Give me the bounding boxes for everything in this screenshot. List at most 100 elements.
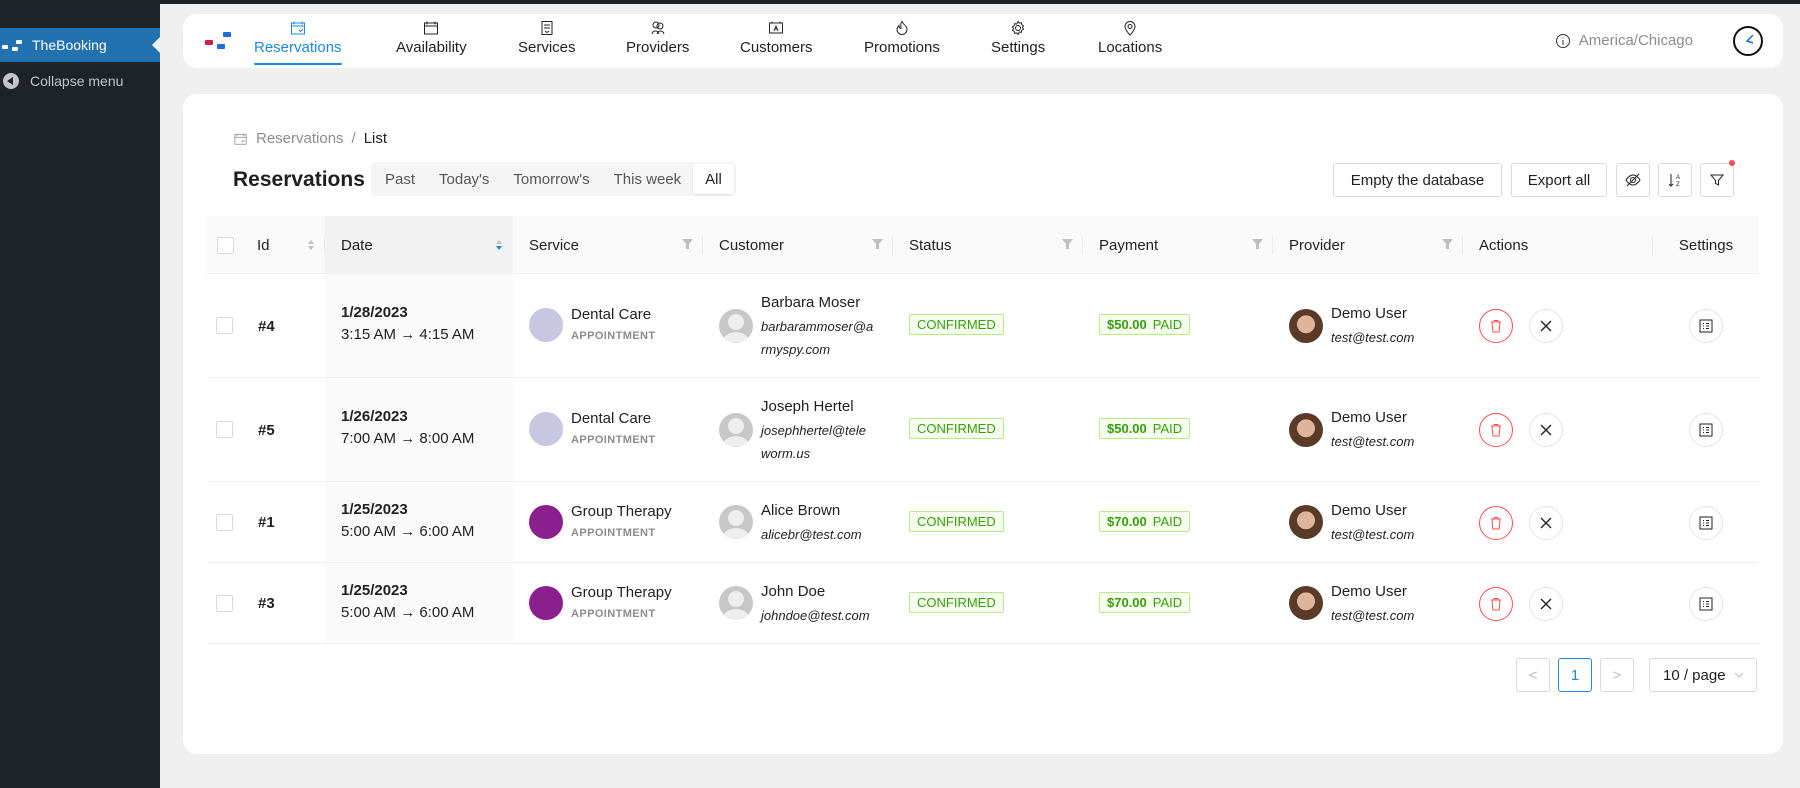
tab-label: Settings <box>991 39 1046 56</box>
tab-providers[interactable]: Providers <box>626 20 689 64</box>
provider-avatar <box>1289 308 1323 343</box>
tab-customers[interactable]: Customers <box>740 20 813 64</box>
service-cell: Dental Care APPOINTMENT <box>529 304 655 346</box>
delete-button[interactable] <box>1479 505 1513 540</box>
column-label: Status <box>909 236 952 254</box>
collapse-menu-button[interactable]: Collapse menu <box>0 66 123 96</box>
cancel-reservation-button[interactable] <box>1529 586 1563 621</box>
customer-cell: John Doe johndoe@test.com <box>719 580 870 627</box>
filter-icon[interactable] <box>1062 239 1073 250</box>
tab-locations[interactable]: Locations <box>1098 20 1162 64</box>
table-row: #4 1/28/2023 3:15 AM → 4:15 AM Dental Ca… <box>207 274 1759 378</box>
provider-cell: Demo User test@test.com <box>1289 406 1414 453</box>
filter-this-week[interactable]: This week <box>602 164 694 194</box>
reservation-id[interactable]: #4 <box>258 315 275 337</box>
row-checkbox[interactable] <box>216 421 233 438</box>
settings-cell <box>1689 309 1723 343</box>
service-color-dot <box>529 308 563 342</box>
page-size-select[interactable]: 10 / page <box>1649 658 1757 692</box>
status-cell: CONFIRMED <box>909 591 1004 613</box>
reservation-details-button[interactable] <box>1689 413 1723 447</box>
time-range: 5:00 AM → 6:00 AM <box>341 522 475 540</box>
filter-today[interactable]: Today's <box>427 164 501 194</box>
delete-button[interactable] <box>1479 413 1513 447</box>
breadcrumb: Reservations / List <box>233 130 387 147</box>
filter-icon[interactable] <box>872 239 883 250</box>
sidebar-item-thebooking[interactable]: TheBooking <box>0 28 160 62</box>
customer-cell: Alice Brown alicebr@test.com <box>719 499 862 546</box>
cancel-reservation-button[interactable] <box>1529 413 1563 447</box>
column-status[interactable]: Status <box>893 216 1083 274</box>
service-cell: Group Therapy APPOINTMENT <box>529 582 672 624</box>
filter-icon[interactable] <box>682 239 693 250</box>
trash-icon <box>1491 597 1501 610</box>
row-checkbox[interactable] <box>216 594 233 612</box>
status-cell: CONFIRMED <box>909 510 1004 532</box>
column-provider[interactable]: Provider <box>1273 216 1463 274</box>
tab-promotions[interactable]: Promotions <box>864 20 940 64</box>
service-name: Dental Care <box>571 306 652 323</box>
wp-admin-bar <box>160 0 1800 4</box>
filter-icon[interactable] <box>1442 239 1453 250</box>
reservation-details-button[interactable] <box>1689 309 1723 343</box>
tab-services[interactable]: Services <box>518 20 576 64</box>
column-payment[interactable]: Payment <box>1083 216 1273 274</box>
filter-icon[interactable] <box>1252 239 1263 250</box>
export-all-button[interactable]: Export all <box>1511 163 1607 197</box>
filter-button[interactable] <box>1700 160 1735 197</box>
cancel-reservation-button[interactable] <box>1529 505 1563 540</box>
column-id[interactable]: Id <box>243 216 325 274</box>
column-label: Payment <box>1099 236 1159 254</box>
reservations-table: Id Date Service Customer Status Payment … <box>207 216 1759 644</box>
empty-database-button[interactable]: Empty the database <box>1333 163 1502 197</box>
column-customer[interactable]: Customer <box>703 216 893 274</box>
reservation-details-button[interactable] <box>1689 505 1723 540</box>
filter-tomorrow[interactable]: Tomorrow's <box>501 164 601 194</box>
payment-cell: $70.00 PAID <box>1099 591 1191 613</box>
delete-button[interactable] <box>1479 309 1513 343</box>
gear-icon <box>1011 20 1025 36</box>
table-header: Id Date Service Customer Status Payment … <box>207 216 1759 274</box>
date-filter-segmented: Past Today's Tomorrow's This week All <box>371 162 736 196</box>
filter-past[interactable]: Past <box>373 164 427 194</box>
reservation-id[interactable]: #5 <box>258 419 275 441</box>
tab-availability[interactable]: Availability <box>396 20 467 64</box>
pagination-page-1[interactable]: 1 <box>1558 658 1592 692</box>
pagination-prev[interactable]: < <box>1516 658 1550 692</box>
delete-button[interactable] <box>1479 586 1513 621</box>
filter-all[interactable]: All <box>693 164 734 194</box>
top-navigation: Reservations Availability Services Provi… <box>183 14 1783 68</box>
reservation-id[interactable]: #1 <box>258 512 275 534</box>
pagination-next[interactable]: > <box>1600 658 1634 692</box>
select-all-checkbox[interactable] <box>216 236 234 254</box>
customer-name[interactable]: Alice Brown <box>761 499 862 523</box>
tab-label: Reservations <box>254 39 342 56</box>
tab-label: Services <box>518 39 576 56</box>
reservation-details-button[interactable] <box>1689 586 1723 621</box>
payment-status: PAID <box>1152 421 1183 436</box>
column-date[interactable]: Date <box>325 216 513 274</box>
customer-name[interactable]: Joseph Hertel <box>761 395 866 419</box>
toggle-columns-button[interactable] <box>1616 163 1650 197</box>
row-checkbox[interactable] <box>216 513 233 531</box>
header-checkbox-cell <box>207 216 243 274</box>
sort-button[interactable]: AZ <box>1658 163 1692 197</box>
tab-reservations[interactable]: Reservations <box>254 20 342 65</box>
contacts-icon <box>769 21 784 34</box>
cancel-reservation-button[interactable] <box>1529 309 1563 343</box>
customer-name[interactable]: Barbara Moser <box>761 291 873 315</box>
status-cell: CONFIRMED <box>909 314 1004 335</box>
breadcrumb-reservations[interactable]: Reservations <box>256 130 344 147</box>
table-row: #1 1/25/2023 5:00 AM → 6:00 AM Group The… <box>207 482 1759 563</box>
column-service[interactable]: Service <box>513 216 703 274</box>
actions-cell <box>1479 505 1563 540</box>
tab-label: Providers <box>626 39 690 56</box>
column-actions: Actions <box>1463 216 1653 274</box>
row-checkbox[interactable] <box>216 317 233 334</box>
reservation-id[interactable]: #3 <box>258 593 275 615</box>
customer-email: barbarammoser@a rmyspy.com <box>761 319 874 357</box>
customer-name[interactable]: John Doe <box>761 580 870 604</box>
column-label: Provider <box>1289 236 1345 254</box>
tab-settings[interactable]: Settings <box>991 20 1045 64</box>
settings-cell <box>1689 586 1723 621</box>
